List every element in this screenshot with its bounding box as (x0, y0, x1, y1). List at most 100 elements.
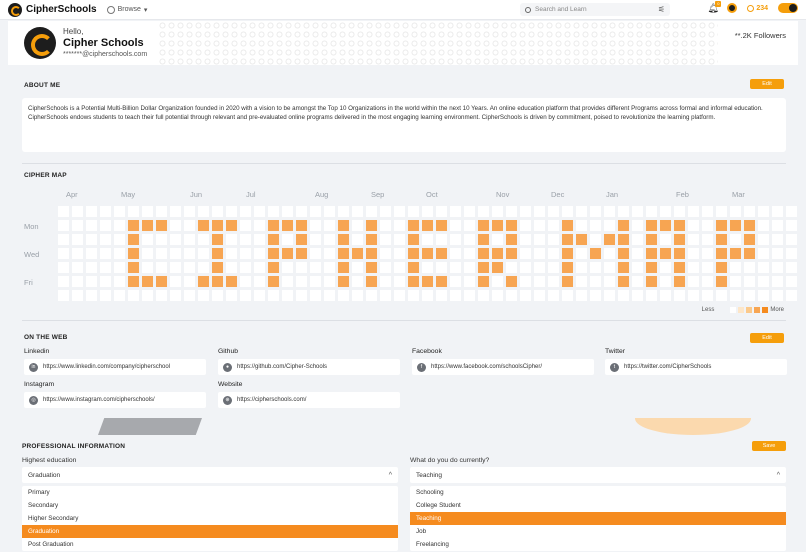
map-cell[interactable] (450, 220, 461, 231)
map-cell[interactable] (674, 248, 685, 259)
map-cell[interactable] (380, 276, 391, 287)
map-cell[interactable] (324, 220, 335, 231)
map-cell[interactable] (464, 262, 475, 273)
dropdown-option[interactable]: Job (410, 525, 786, 538)
map-cell[interactable] (730, 248, 741, 259)
map-cell[interactable] (492, 220, 503, 231)
map-cell[interactable] (156, 248, 167, 259)
brand[interactable]: CipherSchools (8, 2, 97, 17)
dropdown-option[interactable]: Higher Secondary (22, 512, 398, 525)
map-cell[interactable] (310, 206, 321, 217)
map-cell[interactable] (688, 220, 699, 231)
map-cell[interactable] (86, 262, 97, 273)
map-cell[interactable] (240, 234, 251, 245)
map-cell[interactable] (632, 276, 643, 287)
map-cell[interactable] (702, 206, 713, 217)
map-cell[interactable] (464, 220, 475, 231)
map-cell[interactable] (58, 206, 69, 217)
map-cell[interactable] (422, 248, 433, 259)
map-cell[interactable] (240, 206, 251, 217)
map-cell[interactable] (758, 220, 769, 231)
map-cell[interactable] (548, 262, 559, 273)
map-cell[interactable] (352, 220, 363, 231)
map-cell[interactable] (744, 206, 755, 217)
map-cell[interactable] (380, 220, 391, 231)
map-cell[interactable] (674, 276, 685, 287)
map-cell[interactable] (506, 248, 517, 259)
map-cell[interactable] (492, 290, 503, 301)
map-cell[interactable] (142, 206, 153, 217)
map-cell[interactable] (492, 276, 503, 287)
map-cell[interactable] (660, 276, 671, 287)
map-cell[interactable] (212, 262, 223, 273)
linkedin-input[interactable]: in https://www.linkedin.com/company/ciph… (24, 359, 206, 375)
map-cell[interactable] (380, 248, 391, 259)
map-cell[interactable] (702, 276, 713, 287)
map-cell[interactable] (310, 234, 321, 245)
map-cell[interactable] (506, 206, 517, 217)
map-cell[interactable] (128, 248, 139, 259)
map-cell[interactable] (464, 276, 475, 287)
map-cell[interactable] (226, 220, 237, 231)
map-cell[interactable] (520, 220, 531, 231)
map-cell[interactable] (646, 262, 657, 273)
map-cell[interactable] (226, 234, 237, 245)
map-cell[interactable] (576, 262, 587, 273)
map-cell[interactable] (576, 220, 587, 231)
map-cell[interactable] (618, 220, 629, 231)
map-cell[interactable] (590, 206, 601, 217)
map-cell[interactable] (408, 206, 419, 217)
dropdown-option[interactable]: Freelancing (410, 538, 786, 551)
map-cell[interactable] (590, 276, 601, 287)
map-cell[interactable] (114, 220, 125, 231)
map-cell[interactable] (86, 276, 97, 287)
map-cell[interactable] (142, 220, 153, 231)
map-cell[interactable] (590, 220, 601, 231)
map-cell[interactable] (170, 234, 181, 245)
map-cell[interactable] (618, 248, 629, 259)
map-cell[interactable] (478, 248, 489, 259)
map-cell[interactable] (380, 262, 391, 273)
map-cell[interactable] (198, 276, 209, 287)
map-cell[interactable] (716, 220, 727, 231)
map-cell[interactable] (170, 262, 181, 273)
map-cell[interactable] (352, 248, 363, 259)
map-cell[interactable] (282, 220, 293, 231)
map-cell[interactable] (730, 262, 741, 273)
map-cell[interactable] (324, 234, 335, 245)
map-cell[interactable] (170, 206, 181, 217)
map-cell[interactable] (422, 290, 433, 301)
map-cell[interactable] (422, 276, 433, 287)
search-bar[interactable]: Search and Learn ⚟ (520, 3, 670, 16)
map-cell[interactable] (590, 234, 601, 245)
map-cell[interactable] (394, 276, 405, 287)
map-cell[interactable] (506, 262, 517, 273)
map-cell[interactable] (156, 276, 167, 287)
map-cell[interactable] (408, 234, 419, 245)
user-avatar[interactable] (727, 3, 738, 13)
map-cell[interactable] (184, 234, 195, 245)
map-cell[interactable] (310, 220, 321, 231)
map-cell[interactable] (198, 234, 209, 245)
map-cell[interactable] (72, 276, 83, 287)
map-cell[interactable] (268, 276, 279, 287)
map-cell[interactable] (702, 290, 713, 301)
map-cell[interactable] (366, 290, 377, 301)
map-cell[interactable] (282, 234, 293, 245)
map-cell[interactable] (730, 206, 741, 217)
map-cell[interactable] (674, 290, 685, 301)
profile-avatar[interactable] (24, 27, 56, 59)
map-cell[interactable] (758, 262, 769, 273)
map-cell[interactable] (436, 262, 447, 273)
map-cell[interactable] (688, 262, 699, 273)
map-cell[interactable] (338, 290, 349, 301)
map-cell[interactable] (730, 234, 741, 245)
map-cell[interactable] (58, 220, 69, 231)
map-cell[interactable] (562, 262, 573, 273)
dropdown-option[interactable]: Teaching (410, 512, 786, 525)
map-cell[interactable] (478, 276, 489, 287)
map-cell[interactable] (660, 248, 671, 259)
filter-icon[interactable]: ⚟ (658, 5, 665, 14)
map-cell[interactable] (142, 290, 153, 301)
map-cell[interactable] (268, 290, 279, 301)
